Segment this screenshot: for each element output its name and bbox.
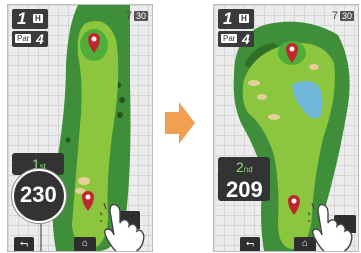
tapping-hand-icon xyxy=(100,202,145,251)
tapping-hand-icon xyxy=(308,202,353,251)
hole-indicator: 1 H xyxy=(218,9,254,29)
clock-hour: 7 xyxy=(125,10,132,22)
par-indicator: Par 4 xyxy=(218,31,254,47)
status-clock: 7 30 xyxy=(126,10,148,22)
transition-arrow-icon xyxy=(165,102,195,144)
clock-hour: 7 xyxy=(331,10,338,22)
status-clock: 7 30 xyxy=(332,10,354,22)
home-button[interactable]: ⌂ xyxy=(74,237,96,251)
hole-indicator: 1 H xyxy=(12,9,48,29)
hole-suffix: H xyxy=(239,14,249,23)
shot-number: 2nd xyxy=(236,159,253,175)
distance-value: 209 xyxy=(226,177,263,202)
par-value: 4 xyxy=(36,31,44,47)
bunker xyxy=(268,114,280,120)
bunker xyxy=(78,177,90,185)
hole-suffix: H xyxy=(33,14,43,23)
clock-minute: 30 xyxy=(134,11,148,21)
par-indicator: Par 4 xyxy=(12,31,48,47)
distance-value: 230 xyxy=(20,182,57,207)
bunker xyxy=(257,94,267,100)
right-phone-screen: 1 H Par 4 7 30 2nd 209 ⮢ ⌂ xyxy=(213,4,359,252)
par-value: 4 xyxy=(242,31,250,47)
back-button[interactable]: ⮢ xyxy=(240,237,260,251)
par-label: Par xyxy=(15,34,32,43)
back-button[interactable]: ⮢ xyxy=(14,237,34,251)
bunker xyxy=(309,64,319,70)
par-label: Par xyxy=(221,34,238,43)
clock-minute: 30 xyxy=(340,11,354,21)
hole-number: 1 xyxy=(223,9,233,28)
left-phone-screen: 1 H Par 4 7 30 1st 230 ⮢ ⌂ xyxy=(7,4,153,252)
hole-number: 1 xyxy=(17,9,27,28)
bunker xyxy=(248,80,260,86)
